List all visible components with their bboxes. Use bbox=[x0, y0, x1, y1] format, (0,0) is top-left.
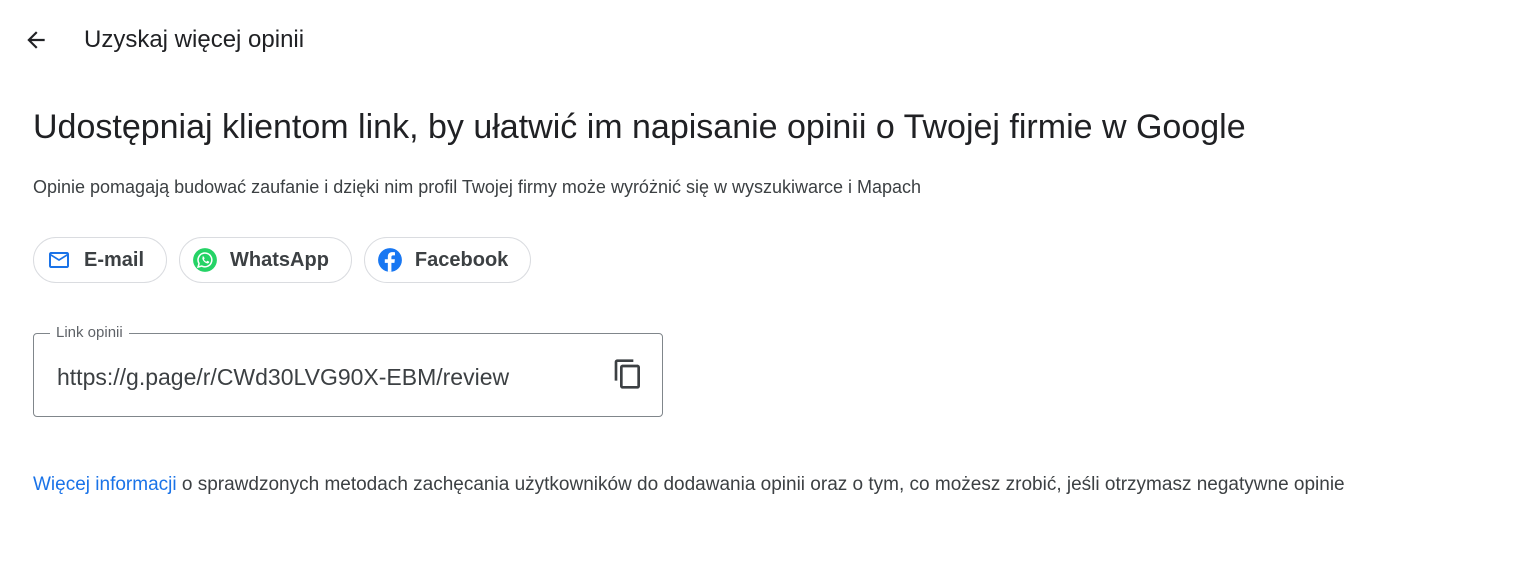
headline: Udostępniaj klientom link, by ułatwić im… bbox=[33, 108, 1246, 146]
subtitle: Opinie pomagają budować zaufanie i dzięk… bbox=[33, 177, 922, 197]
copy-icon bbox=[612, 358, 644, 390]
page-title: Uzyskaj więcej opinii bbox=[84, 26, 305, 53]
review-link-field: Link opinii https://g.page/r/CWd30LVG90X… bbox=[33, 323, 663, 417]
share-whatsapp-label: WhatsApp bbox=[230, 249, 329, 271]
share-email-label: E-mail bbox=[84, 249, 145, 271]
facebook-icon bbox=[377, 247, 403, 273]
share-facebook-label: Facebook bbox=[414, 249, 509, 271]
footer-info: Więcej informacji o sprawdzonych metodac… bbox=[33, 473, 1345, 497]
review-link-label: Link opinii bbox=[50, 323, 129, 343]
top-app-bar: Uzyskaj więcej opinii bbox=[0, 0, 1538, 80]
back-button[interactable] bbox=[16, 20, 56, 60]
share-whatsapp-chip[interactable]: WhatsApp bbox=[179, 237, 352, 283]
more-info-link[interactable]: Więcej informacji bbox=[33, 474, 177, 495]
footer-info-text: o sprawdzonych metodach zachęcania użytk… bbox=[176, 474, 1345, 495]
share-email-chip[interactable]: E-mail bbox=[33, 237, 168, 283]
arrow-back-icon bbox=[23, 27, 49, 53]
whatsapp-icon bbox=[192, 247, 218, 273]
share-facebook-chip[interactable]: Facebook bbox=[363, 237, 532, 283]
copy-link-button[interactable] bbox=[608, 354, 648, 394]
mail-icon bbox=[46, 247, 72, 273]
review-link-value[interactable]: https://g.page/r/CWd30LVG90X-EBM/review bbox=[57, 363, 509, 391]
share-chip-row: E-mail WhatsApp Facebook bbox=[33, 237, 532, 283]
